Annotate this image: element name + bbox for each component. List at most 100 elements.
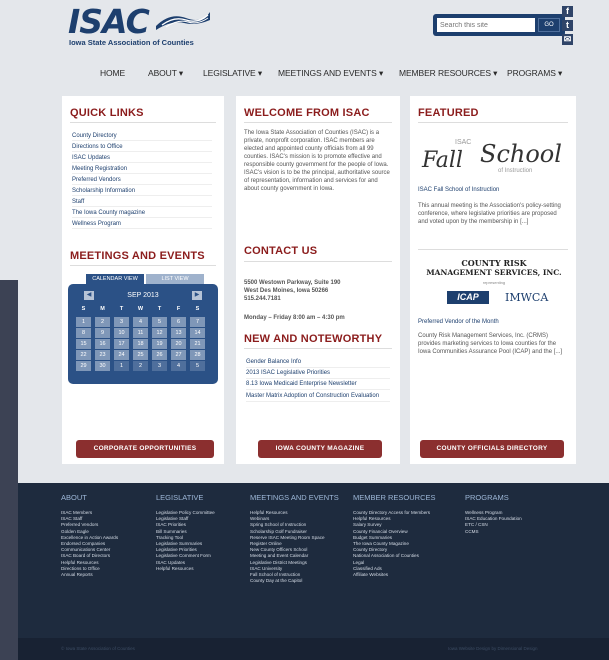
footer-links-member-resources: County Directory Access for Members Helpf… — [353, 510, 430, 578]
quick-link-item[interactable]: ISAC Updates — [72, 154, 212, 163]
calendar-day[interactable]: 29 — [76, 361, 91, 371]
featured-title: FEATURED — [418, 107, 479, 119]
weekday-label: M — [100, 306, 105, 312]
calendar-day[interactable]: 5 — [190, 361, 205, 371]
quick-link-item[interactable]: Directions to Office — [72, 143, 212, 152]
divider — [244, 348, 392, 349]
crms-logo[interactable]: COUNTY RISK MANAGEMENT SERVICES, INC. re… — [420, 258, 568, 316]
nav-programs[interactable]: PROGRAMS ▾ — [507, 68, 562, 79]
calendar-day[interactable]: 15 — [76, 339, 91, 349]
designer-credit[interactable]: Iowa Website Design by Dimensional Desig… — [448, 646, 537, 651]
iowa-county-magazine-button[interactable]: IOWA COUNTY MAGAZINE — [258, 440, 382, 458]
weekday-label: T — [157, 306, 162, 312]
quick-link-item[interactable]: The Iowa County magazine — [72, 209, 212, 218]
fall-school-logo[interactable]: ISAC Fall School of Instruction — [420, 138, 568, 184]
footer-link[interactable]: National Association of Counties — [353, 553, 430, 559]
footer-link[interactable]: Annual Reports — [61, 572, 118, 578]
calendar-day[interactable]: 7 — [190, 317, 205, 327]
calendar-day[interactable]: 21 — [190, 339, 205, 349]
search-go-button[interactable]: GO — [538, 18, 560, 32]
calendar-day[interactable]: 20 — [171, 339, 186, 349]
footer-link[interactable]: Affiliate Websites — [353, 572, 430, 578]
quick-link-item[interactable]: Preferred Vendors — [72, 176, 212, 185]
search-input[interactable] — [437, 18, 535, 32]
calendar-day[interactable]: 4 — [171, 361, 186, 371]
site-header: ISAC Iowa State Association of Counties … — [18, 0, 609, 60]
calendar-day[interactable]: 25 — [133, 350, 148, 360]
calendar-day[interactable]: 30 — [95, 361, 110, 371]
logo-text: ISAC — [68, 2, 150, 41]
calendar-day[interactable]: 24 — [114, 350, 129, 360]
quick-link-item[interactable]: Scholarship Information — [72, 187, 212, 196]
footer-heading-about[interactable]: ABOUT — [61, 493, 87, 502]
news-item[interactable]: 8.13 Iowa Medicaid Enterprise Newsletter — [246, 380, 390, 390]
calendar-day[interactable]: 14 — [190, 328, 205, 338]
footer-link[interactable]: ISAC Board of Directors — [61, 553, 118, 559]
nav-home[interactable]: HOME — [100, 68, 125, 78]
footer-heading-member-resources[interactable]: MEMBER RESOURCES — [353, 493, 436, 502]
county-officials-directory-button[interactable]: COUNTY OFFICIALS DIRECTORY — [420, 440, 564, 458]
quick-link-item[interactable]: Meeting Registration — [72, 165, 212, 174]
footer-heading-legislative[interactable]: LEGISLATIVE — [156, 493, 203, 502]
calendar-day[interactable]: 19 — [152, 339, 167, 349]
calendar-day[interactable]: 23 — [95, 350, 110, 360]
nav-member-resources[interactable]: MEMBER RESOURCES ▾ — [399, 68, 497, 79]
calendar-day[interactable]: 27 — [171, 350, 186, 360]
footer-links-programs: Wellness Program ISAC Education Foundatio… — [465, 510, 522, 535]
footer-link[interactable]: County Day at the Capitol — [250, 578, 325, 584]
calendar-day[interactable]: 11 — [133, 328, 148, 338]
crms-line1: COUNTY RISK — [461, 258, 527, 268]
twitter-icon[interactable]: t — [562, 20, 573, 31]
calendar-day[interactable]: 6 — [171, 317, 186, 327]
email-icon[interactable]: ✉ — [562, 34, 573, 45]
fall-school-caption[interactable]: ISAC Fall School of Instruction — [418, 186, 568, 194]
footer-link[interactable]: Legislative Comment Form — [156, 553, 215, 559]
calendar-day[interactable]: 26 — [152, 350, 167, 360]
calendar-day[interactable]: 2 — [95, 317, 110, 327]
nav-about[interactable]: ABOUT ▾ — [148, 68, 183, 79]
calendar-day[interactable]: 16 — [95, 339, 110, 349]
new-noteworthy-title: NEW AND NOTEWORTHY — [244, 333, 383, 345]
calendar-day[interactable]: 22 — [76, 350, 91, 360]
calendar-day[interactable]: 13 — [171, 328, 186, 338]
isac-logo[interactable]: ISAC Iowa State Association of Counties — [68, 4, 228, 48]
quick-link-item[interactable]: Staff — [72, 198, 212, 207]
calendar-day[interactable]: 12 — [152, 328, 167, 338]
fall-logo-of-instruction: of Instruction — [498, 168, 533, 174]
calendar-day[interactable]: 17 — [114, 339, 129, 349]
footer-heading-meetings[interactable]: MEETINGS AND EVENTS — [250, 493, 339, 502]
calendar-day[interactable]: 3 — [152, 361, 167, 371]
footer-heading-programs[interactable]: PROGRAMS — [465, 493, 509, 502]
calendar-day[interactable]: 10 — [114, 328, 129, 338]
nav-meetings-events[interactable]: MEETINGS AND EVENTS ▾ — [278, 68, 383, 79]
weekday-label: S — [81, 306, 86, 312]
weekday-label: S — [195, 306, 200, 312]
calendar-day[interactable]: 5 — [152, 317, 167, 327]
calendar-day[interactable]: 3 — [114, 317, 129, 327]
calendar-day[interactable]: 18 — [133, 339, 148, 349]
facebook-icon[interactable]: f — [562, 6, 573, 17]
news-item[interactable]: Gender Balance Info — [246, 358, 390, 368]
vendor-caption[interactable]: Preferred Vendor of the Month — [418, 318, 568, 326]
calendar-day[interactable]: 28 — [190, 350, 205, 360]
news-item[interactable]: 2013 ISAC Legislative Priorities — [246, 369, 390, 379]
next-month-arrow-icon[interactable]: ▶ — [192, 291, 202, 300]
calendar-day[interactable]: 2 — [133, 361, 148, 371]
footer-link[interactable]: Helpful Resources — [156, 566, 215, 572]
footer-links-about: ISAC Members ISAC Staff Preferred Vendors G… — [61, 510, 118, 578]
nav-legislative[interactable]: LEGISLATIVE ▾ — [203, 68, 262, 79]
left-decor-strip — [0, 280, 18, 660]
calendar-day[interactable]: 1 — [114, 361, 129, 371]
calendar-day[interactable]: 8 — [76, 328, 91, 338]
weekday-label: F — [176, 306, 181, 312]
calendar-day[interactable]: 9 — [95, 328, 110, 338]
calendar-day[interactable]: 1 — [76, 317, 91, 327]
calendar-day[interactable]: 4 — [133, 317, 148, 327]
news-item[interactable]: Master Matrix Adoption of Construction E… — [246, 392, 390, 402]
divider — [244, 122, 392, 123]
quick-link-item[interactable]: County Directory — [72, 132, 212, 141]
main-nav: HOME ABOUT ▾ LEGISLATIVE ▾ MEETINGS AND … — [18, 62, 609, 86]
footer-link[interactable]: CCMS — [465, 529, 522, 535]
quick-link-item[interactable]: Wellness Program — [72, 220, 212, 229]
corporate-opportunities-button[interactable]: CORPORATE OPPORTUNITIES — [76, 440, 214, 458]
